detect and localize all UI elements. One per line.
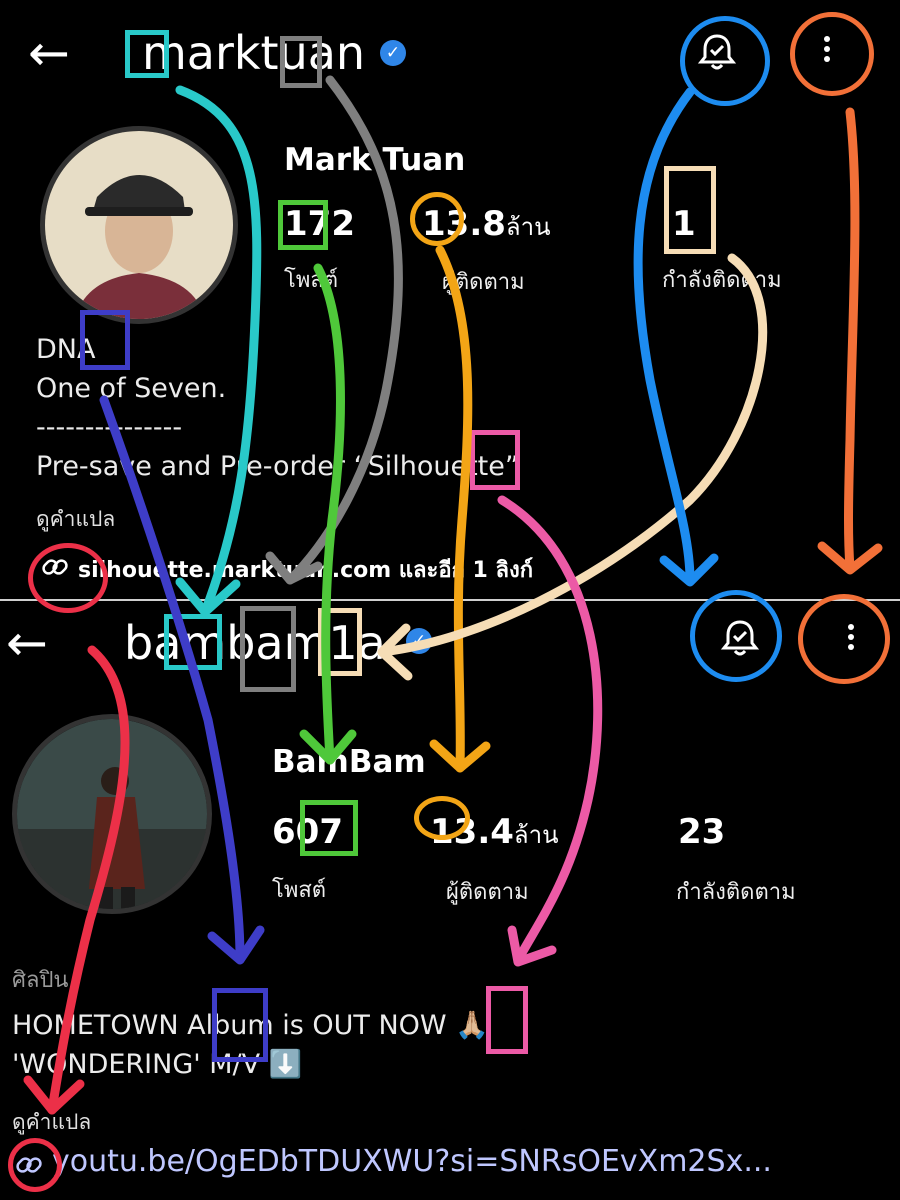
profile-link[interactable]: youtu.be/OgEDbTDUXWU?si=SNRsOEvXm2Sx... [52,1144,772,1179]
back-arrow-icon[interactable]: ← [28,28,70,78]
profile-link[interactable]: silhouette.marktuan.com และอีก 1 ลิงก์ [78,552,533,587]
annotation-ring [414,796,470,840]
annotation-box [164,614,222,670]
followers-unit: ล้าน [505,213,551,241]
profile-handle: marktuan [142,26,366,80]
posts-label: โพสต์ [272,878,327,903]
avatar[interactable] [40,126,238,324]
annotation-box [318,608,362,676]
back-arrow-icon[interactable]: ← [6,618,48,668]
annotation-box [278,200,328,250]
following-label: กำลังติดตาม [676,880,796,905]
annotation-box [80,310,130,370]
category-label: ศิลปิน [12,968,69,993]
bio-line: One of Seven. [36,373,227,404]
annotation-ring [790,12,874,96]
annotation-box [212,988,268,1062]
annotation-ring [690,590,782,682]
avatar[interactable] [12,714,212,914]
followers-label: ผู้ติดตาม [442,270,525,295]
annotation-ring [680,16,770,106]
display-name: Mark Tuan [284,142,466,178]
annotation-ring [28,543,108,613]
annotation-ring [798,594,890,684]
see-translation-link[interactable]: ดูคำแปล [36,503,115,536]
following-label: กำลังติดตาม [662,268,782,293]
see-translation-link[interactable]: ดูคำแปล [12,1106,91,1139]
annotation-box [240,606,296,692]
posts-label: โพสต์ [284,268,339,293]
bio-line: --------------- [36,412,183,443]
verified-badge-icon: ✓ [406,628,432,654]
avatar-photo [45,131,233,319]
avatar-photo [17,719,207,909]
followers-unit: ล้าน [513,821,559,849]
followers-label: ผู้ติดตาม [446,880,529,905]
annotation-box [486,986,528,1054]
annotation-ring [410,192,464,246]
annotation-box [300,800,358,856]
display-name: BamBam [272,744,426,780]
annotation-box [125,30,169,78]
profile-bambam1a: ← bambam1a ✓ BamBam 607 โพสต์ 13.4ล้าน ผ… [0,602,900,1200]
annotation-ring [8,1138,62,1192]
profile-marktuan: ← marktuan ✓ Mark Tuan 172 โพสต์ 13.8ล้า… [0,0,900,600]
verified-badge-icon: ✓ [380,40,406,66]
annotation-box [470,430,520,490]
bio-line: Pre-save and Pre-order “Silhouette” [36,451,519,482]
annotation-box [280,36,322,88]
following-count[interactable]: 23 [678,812,725,852]
annotation-box [664,166,716,254]
